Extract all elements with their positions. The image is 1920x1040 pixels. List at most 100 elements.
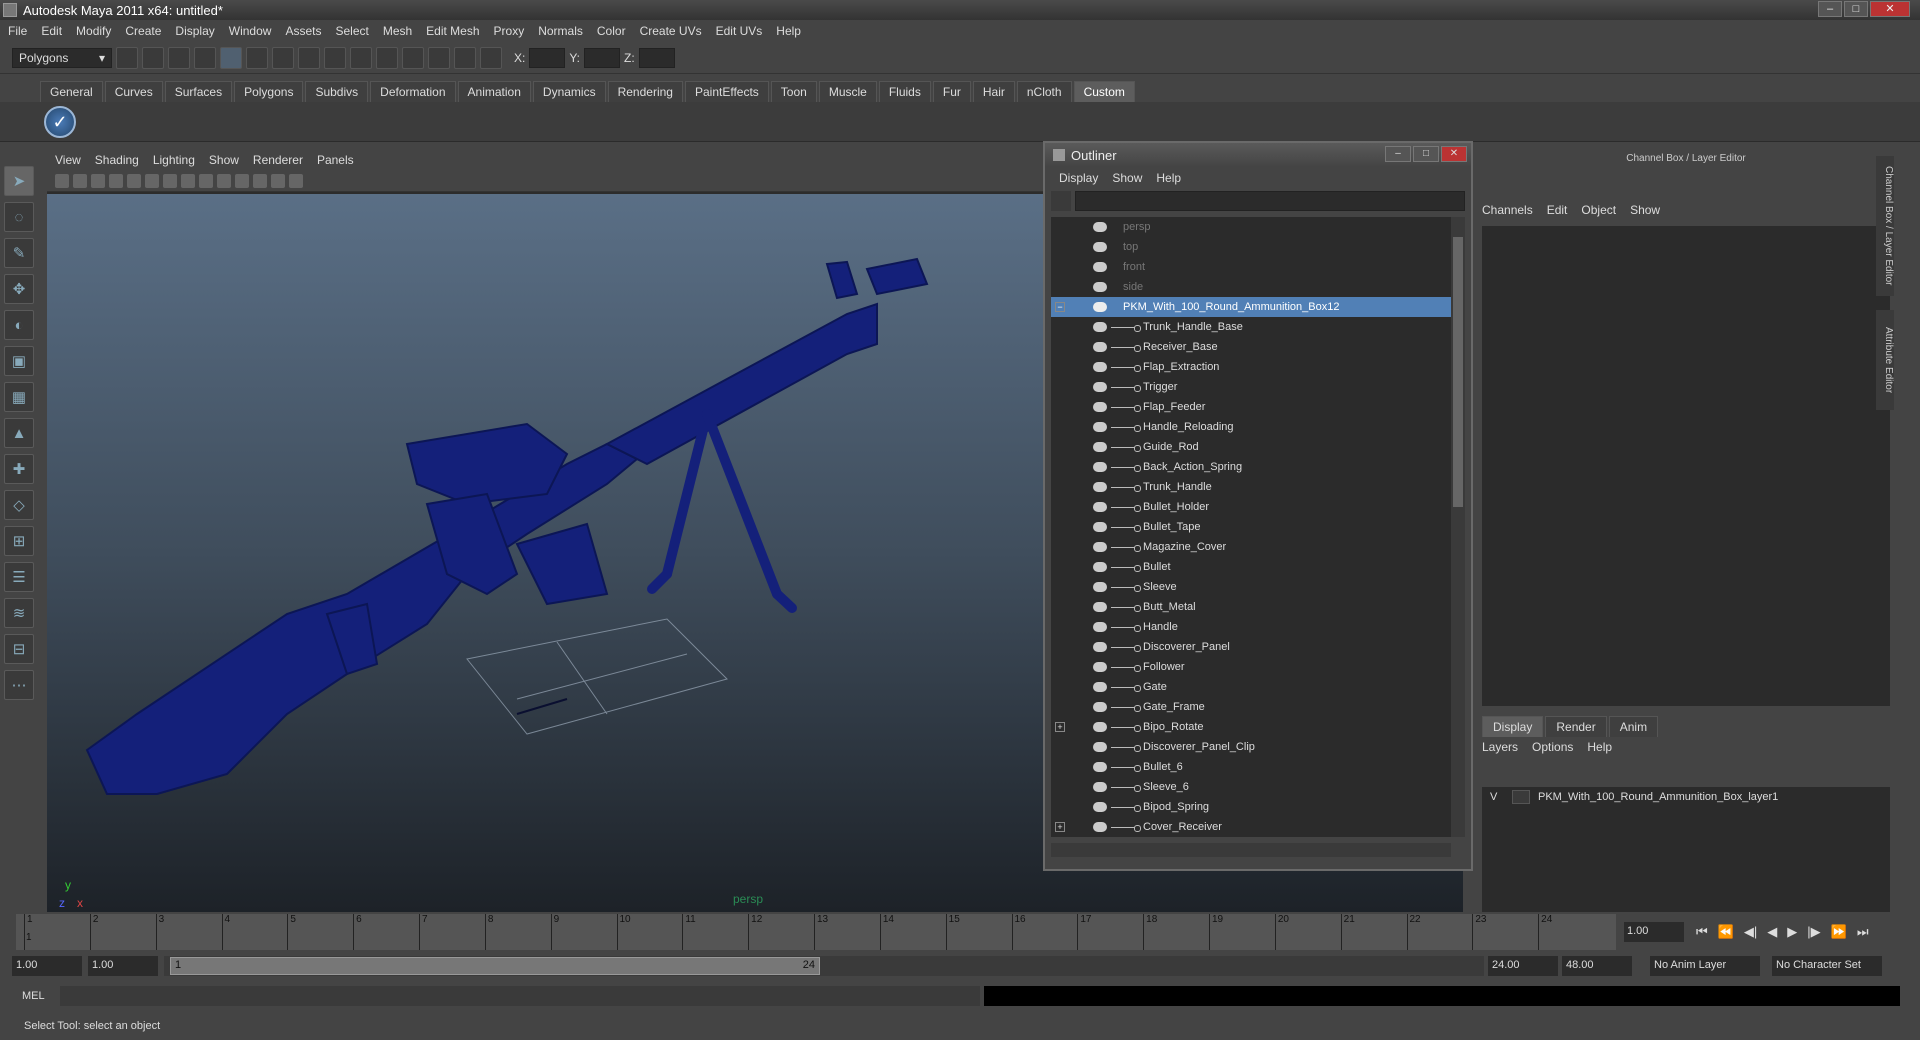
menu-create-uvs[interactable]: Create UVs <box>640 24 702 38</box>
tab-general[interactable]: General <box>40 81 103 102</box>
vp-menu-lighting[interactable]: Lighting <box>153 153 195 167</box>
cb-menu-channels[interactable]: Channels <box>1482 203 1533 217</box>
layout-persp-graph-icon[interactable]: ⋯ <box>4 670 34 700</box>
list-item[interactable]: Sleeve <box>1051 577 1451 597</box>
step-forward-key-icon[interactable]: ⏩ <box>1831 924 1847 940</box>
tab-toon[interactable]: Toon <box>770 81 817 102</box>
safe-action-icon[interactable] <box>181 173 195 188</box>
menu-assets[interactable]: Assets <box>285 24 321 38</box>
snap-point-icon[interactable] <box>324 46 346 69</box>
go-to-end-icon[interactable]: ⏭ <box>1857 924 1869 940</box>
list-item[interactable]: Trunk_Handle <box>1051 477 1451 497</box>
camera-icon[interactable] <box>55 173 69 188</box>
select-object-icon[interactable] <box>220 46 242 69</box>
list-item[interactable]: Magazine_Cover <box>1051 537 1451 557</box>
textured-icon[interactable] <box>235 173 249 188</box>
smooth-shade-icon[interactable] <box>217 173 231 188</box>
menu-mesh[interactable]: Mesh <box>383 24 412 38</box>
new-scene-icon[interactable] <box>116 46 138 69</box>
tab-ncloth[interactable]: nCloth <box>1016 81 1072 102</box>
snap-curve-icon[interactable] <box>298 46 320 69</box>
list-item[interactable]: top <box>1051 237 1451 257</box>
xray-icon[interactable] <box>271 173 285 188</box>
list-item[interactable]: Guide_Rod <box>1051 437 1451 457</box>
layout-single-icon[interactable]: ◇ <box>4 490 34 520</box>
outliner-close-button[interactable]: ✕ <box>1441 146 1467 162</box>
list-item[interactable]: Handle <box>1051 617 1451 637</box>
list-item[interactable]: Bullet_Holder <box>1051 497 1451 517</box>
tab-custom[interactable]: Custom <box>1073 81 1135 102</box>
list-item[interactable]: Trigger <box>1051 377 1451 397</box>
select-component-icon[interactable] <box>246 46 268 69</box>
channel-box-area[interactable] <box>1482 226 1890 706</box>
command-input[interactable] <box>60 986 980 1006</box>
close-button[interactable]: ✕ <box>1870 1 1910 17</box>
layer-menu-options[interactable]: Options <box>1532 740 1573 754</box>
list-item[interactable]: Flap_Feeder <box>1051 397 1451 417</box>
expand-icon[interactable]: + <box>1055 722 1065 732</box>
image-plane-icon[interactable] <box>109 173 123 188</box>
step-back-key-icon[interactable]: ⏪ <box>1718 924 1734 940</box>
outliner-menu-help[interactable]: Help <box>1156 171 1181 185</box>
select-tool-icon[interactable]: ➤ <box>4 166 34 196</box>
list-item[interactable]: front <box>1051 257 1451 277</box>
end-time-field[interactable]: 48.00 <box>1562 956 1632 976</box>
list-item[interactable]: Trunk_Handle_Base <box>1051 317 1451 337</box>
outliner-minimize-button[interactable]: – <box>1385 146 1411 162</box>
outliner-horizontal-scrollbar[interactable] <box>1051 843 1451 857</box>
lasso-tool-icon[interactable]: ◌ <box>4 202 34 232</box>
list-item[interactable]: Sleeve_6 <box>1051 777 1451 797</box>
step-forward-frame-icon[interactable]: |▶ <box>1807 924 1820 940</box>
layer-visibility-toggle[interactable]: V <box>1490 791 1504 803</box>
time-ruler[interactable]: 1 2 3 4 5 6 7 8 9 10 11 12 13 14 15 16 17 18 19 20 21 22 23 24 1 <box>16 914 1616 950</box>
list-item[interactable]: side <box>1051 277 1451 297</box>
cb-menu-show[interactable]: Show <box>1630 203 1660 217</box>
tab-animation[interactable]: Animation <box>457 81 531 102</box>
paint-select-icon[interactable]: ✎ <box>4 238 34 268</box>
menu-file[interactable]: File <box>8 24 27 38</box>
list-item[interactable]: Bullet_6 <box>1051 757 1451 777</box>
start-time-field[interactable]: 1.00 <box>12 956 82 976</box>
wireframe-icon[interactable] <box>199 173 213 188</box>
step-back-frame-icon[interactable]: ◀| <box>1744 924 1757 940</box>
move-tool-icon[interactable]: ✥ <box>4 274 34 304</box>
ipr-render-icon[interactable] <box>454 46 476 69</box>
tab-anim[interactable]: Anim <box>1608 716 1659 737</box>
vp-menu-show[interactable]: Show <box>209 153 239 167</box>
anim-layer-dropdown[interactable]: No Anim Layer <box>1650 956 1760 976</box>
outliner-title-bar[interactable]: Outliner – □ ✕ <box>1045 143 1471 167</box>
list-item[interactable]: Bullet_Tape <box>1051 517 1451 537</box>
vp-menu-panels[interactable]: Panels <box>317 153 354 167</box>
tab-render[interactable]: Render <box>1545 716 1607 737</box>
menu-modify[interactable]: Modify <box>76 24 111 38</box>
layout-four-icon[interactable]: ⊞ <box>4 526 34 556</box>
list-item[interactable]: Flap_Extraction <box>1051 357 1451 377</box>
vp-menu-view[interactable]: View <box>55 153 81 167</box>
outliner-search-input[interactable] <box>1075 191 1465 211</box>
list-item[interactable]: + Bipo_Rotate <box>1051 717 1451 737</box>
layer-menu-help[interactable]: Help <box>1587 740 1612 754</box>
layer-color-swatch[interactable] <box>1512 790 1530 804</box>
render-settings-icon[interactable] <box>480 46 502 69</box>
list-item[interactable]: Bipod_Spring <box>1051 797 1451 817</box>
menu-edit-uvs[interactable]: Edit UVs <box>716 24 763 38</box>
tab-painteffects[interactable]: PaintEffects <box>684 81 769 102</box>
current-frame-field[interactable]: 1.00 <box>1624 922 1684 942</box>
list-item[interactable]: Discoverer_Panel_Clip <box>1051 737 1451 757</box>
render-icon[interactable] <box>428 46 450 69</box>
outliner-maximize-button[interactable]: □ <box>1413 146 1439 162</box>
tab-subdivs[interactable]: Subdivs <box>305 81 369 102</box>
channel-box-side-tab[interactable]: Channel Box / Layer Editor <box>1876 156 1894 296</box>
tab-hair[interactable]: Hair <box>972 81 1015 102</box>
vp-menu-shading[interactable]: Shading <box>95 153 139 167</box>
cb-menu-object[interactable]: Object <box>1581 203 1616 217</box>
layer-menu-layers[interactable]: Layers <box>1482 740 1518 754</box>
play-backward-icon[interactable]: ◀ <box>1767 924 1777 940</box>
tab-muscle[interactable]: Muscle <box>818 81 877 102</box>
list-item[interactable]: Bullet <box>1051 557 1451 577</box>
vp-menu-renderer[interactable]: Renderer <box>253 153 303 167</box>
minimize-button[interactable]: – <box>1818 1 1842 17</box>
layout-outliner-icon[interactable]: ☰ <box>4 562 34 592</box>
tab-deformation[interactable]: Deformation <box>370 81 456 102</box>
checkmark-icon[interactable]: ✓ <box>44 106 76 138</box>
